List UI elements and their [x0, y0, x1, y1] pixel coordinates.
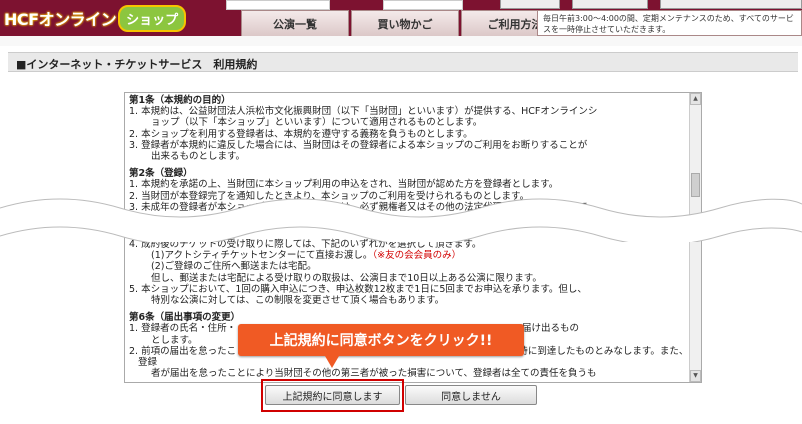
terms-section-title: 第2条（登録）: [129, 168, 193, 180]
page-title: ■インターネット・チケットサービス 利用規約: [8, 52, 798, 72]
login-id-field[interactable]: [226, 0, 330, 10]
terms-line: 2. 本ショップを利用する登録者は、本規約を遵守する義務を負うものとします。: [129, 128, 473, 140]
nav-performances[interactable]: 公演一覧: [241, 10, 349, 36]
terms-line: 5. 本ショップにおいて、1回の購入申込につき、申込枚数12枚まで1日に5回まで…: [129, 283, 587, 295]
main-nav: 公演一覧 買い物かご ご利用方法: [241, 10, 571, 36]
terms-line: 但し、郵送または宅配による受け取りの取扱は、公演日まで10日以上ある公演に限りま…: [151, 272, 542, 284]
terms-note-red: （※友の会会員のみ）: [372, 250, 462, 262]
terms-line: 者が届出を怠ったことにより当財団その他の第三者が被った損害について、登録者は全て…: [151, 368, 597, 380]
top-button-3[interactable]: [660, 0, 802, 9]
terms-line-tail: 届け出るもの: [522, 323, 580, 335]
terms-line: 1. 本規約は、公益財団法人浜松市文化振興財団（以下「当財団」といいます）が提供…: [129, 106, 598, 118]
terms-line: ョップ（以下「本ショップ」といいます）について適用されるものとします。: [151, 117, 483, 129]
terms-section-title: 第6条（届出事項の変更）: [129, 312, 241, 324]
scroll-thumb[interactable]: [691, 173, 700, 197]
scroll-down-icon[interactable]: ▼: [690, 370, 701, 382]
top-button-1[interactable]: [500, 0, 560, 9]
nav-cart[interactable]: 買い物かご: [351, 10, 459, 36]
disagree-button[interactable]: 同意しません: [405, 385, 537, 405]
callout-pointer: [325, 356, 339, 368]
terms-line: 2. 当財団が本登録完了を通知したときより、本ショップのご利用を受けられるものと…: [129, 190, 530, 202]
instruction-callout: 上記規約に同意ボタンをクリック!!: [238, 324, 524, 356]
terms-line: (2)ご登録のご住所へ郵送または宅配。: [151, 261, 317, 273]
terms-line: 1. 本規約を承諾の上、当財団に本ショップ利用の申込をされ、当財団が認めた方を登…: [129, 179, 559, 191]
agree-button[interactable]: 上記規約に同意します: [265, 385, 400, 405]
maintenance-notice: 毎日午前3:00〜4:00の間、定期メンテナンスのため、すべてのサービスを一時停…: [537, 10, 802, 36]
login-password-field[interactable]: [383, 0, 463, 10]
terms-section-title: 第1条（本規約の目的）: [129, 95, 231, 106]
site-header: HCFオンライン ショップ 公演一覧 買い物かご ご利用方法 毎日午前3:00〜…: [0, 0, 802, 36]
site-logo[interactable]: HCFオンライン ショップ: [4, 4, 187, 32]
top-button-2[interactable]: [572, 0, 648, 9]
terms-line: 出来るものとします。: [151, 151, 246, 163]
terms-line: 3. 未成年の登録者が本ショップを利用する場合には、必ず親権者又はその他の法定代…: [129, 201, 588, 213]
logo-text: HCFオンライン: [4, 10, 117, 29]
terms-line: 特別な公演に対しては、この制限を変更させて頂く場合もあります。: [151, 295, 445, 307]
header-shadow: [0, 36, 802, 46]
logo-badge: ショップ: [118, 4, 187, 32]
scroll-up-icon[interactable]: ▲: [690, 93, 701, 105]
scrollbar[interactable]: ▲ ▼: [689, 93, 701, 382]
terms-line: 3. 登録者が本規約に違反した場合には、当財団はその登録者による本ショップのご利…: [129, 139, 588, 151]
terms-line: (1)アクトシティチケットセンターにて直接お渡し。（※友の会会員のみ）: [151, 250, 462, 262]
terms-line: 4. 成約後のチケットの受け取りに際しては、下記のいずれかを選択して頂きます。: [129, 239, 482, 251]
